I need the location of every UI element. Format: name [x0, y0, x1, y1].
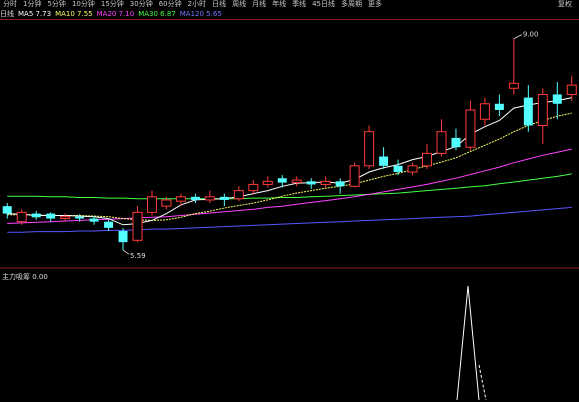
candle-down [219, 196, 229, 200]
sub-indicator-spike [456, 285, 480, 401]
ma10-line [7, 112, 572, 221]
candle-down [104, 221, 114, 228]
candle-up [233, 190, 244, 200]
candle-up [537, 93, 548, 126]
low-pointer [122, 249, 130, 255]
candle-up [204, 196, 215, 201]
candle-down [494, 103, 504, 110]
candle-down [393, 165, 403, 173]
candle-up [364, 131, 375, 167]
candle-down [46, 213, 56, 219]
candle-up [422, 152, 432, 167]
sub-indicator-name: 主力吸筹 [2, 273, 30, 281]
candle-up [465, 109, 476, 148]
candle-up [479, 103, 490, 120]
candle-down [379, 156, 389, 166]
candle-up [349, 165, 360, 187]
candle-down [306, 181, 316, 185]
candle-up [147, 196, 157, 213]
sub-indicator-value: 0.00 [32, 273, 48, 281]
ma20-line [7, 148, 572, 224]
low-price-label: 5.59 [130, 252, 146, 260]
candlestick-chart[interactable]: 9.00 5.59 [0, 0, 579, 402]
candle-up [320, 180, 331, 185]
candle-down [277, 178, 287, 183]
candle-down [75, 216, 85, 219]
candle-down [335, 181, 345, 187]
candle-up [175, 196, 186, 202]
candle-up [132, 211, 143, 241]
candle-up [436, 131, 447, 154]
candle-up [566, 84, 577, 95]
candle-down [89, 218, 99, 222]
candle-down [552, 94, 562, 104]
high-price-label: 9.00 [523, 31, 539, 39]
candle-up [248, 183, 259, 192]
candle-up [508, 82, 519, 89]
candle-up [60, 216, 71, 220]
candle-down [451, 137, 461, 148]
candle-up [262, 180, 273, 185]
candle-up [16, 211, 27, 223]
candle-down [190, 196, 200, 200]
candle-up [291, 179, 302, 184]
sub-indicator-dash [478, 364, 487, 401]
candle-down [118, 230, 128, 243]
candle-down [31, 213, 41, 218]
candle-up [407, 165, 418, 173]
high-pointer [513, 34, 523, 39]
sub-indicator-title: 主力吸筹 0.00 [2, 272, 48, 282]
candle-down [2, 206, 12, 214]
candle-up [161, 199, 172, 207]
candle-down [523, 97, 533, 126]
